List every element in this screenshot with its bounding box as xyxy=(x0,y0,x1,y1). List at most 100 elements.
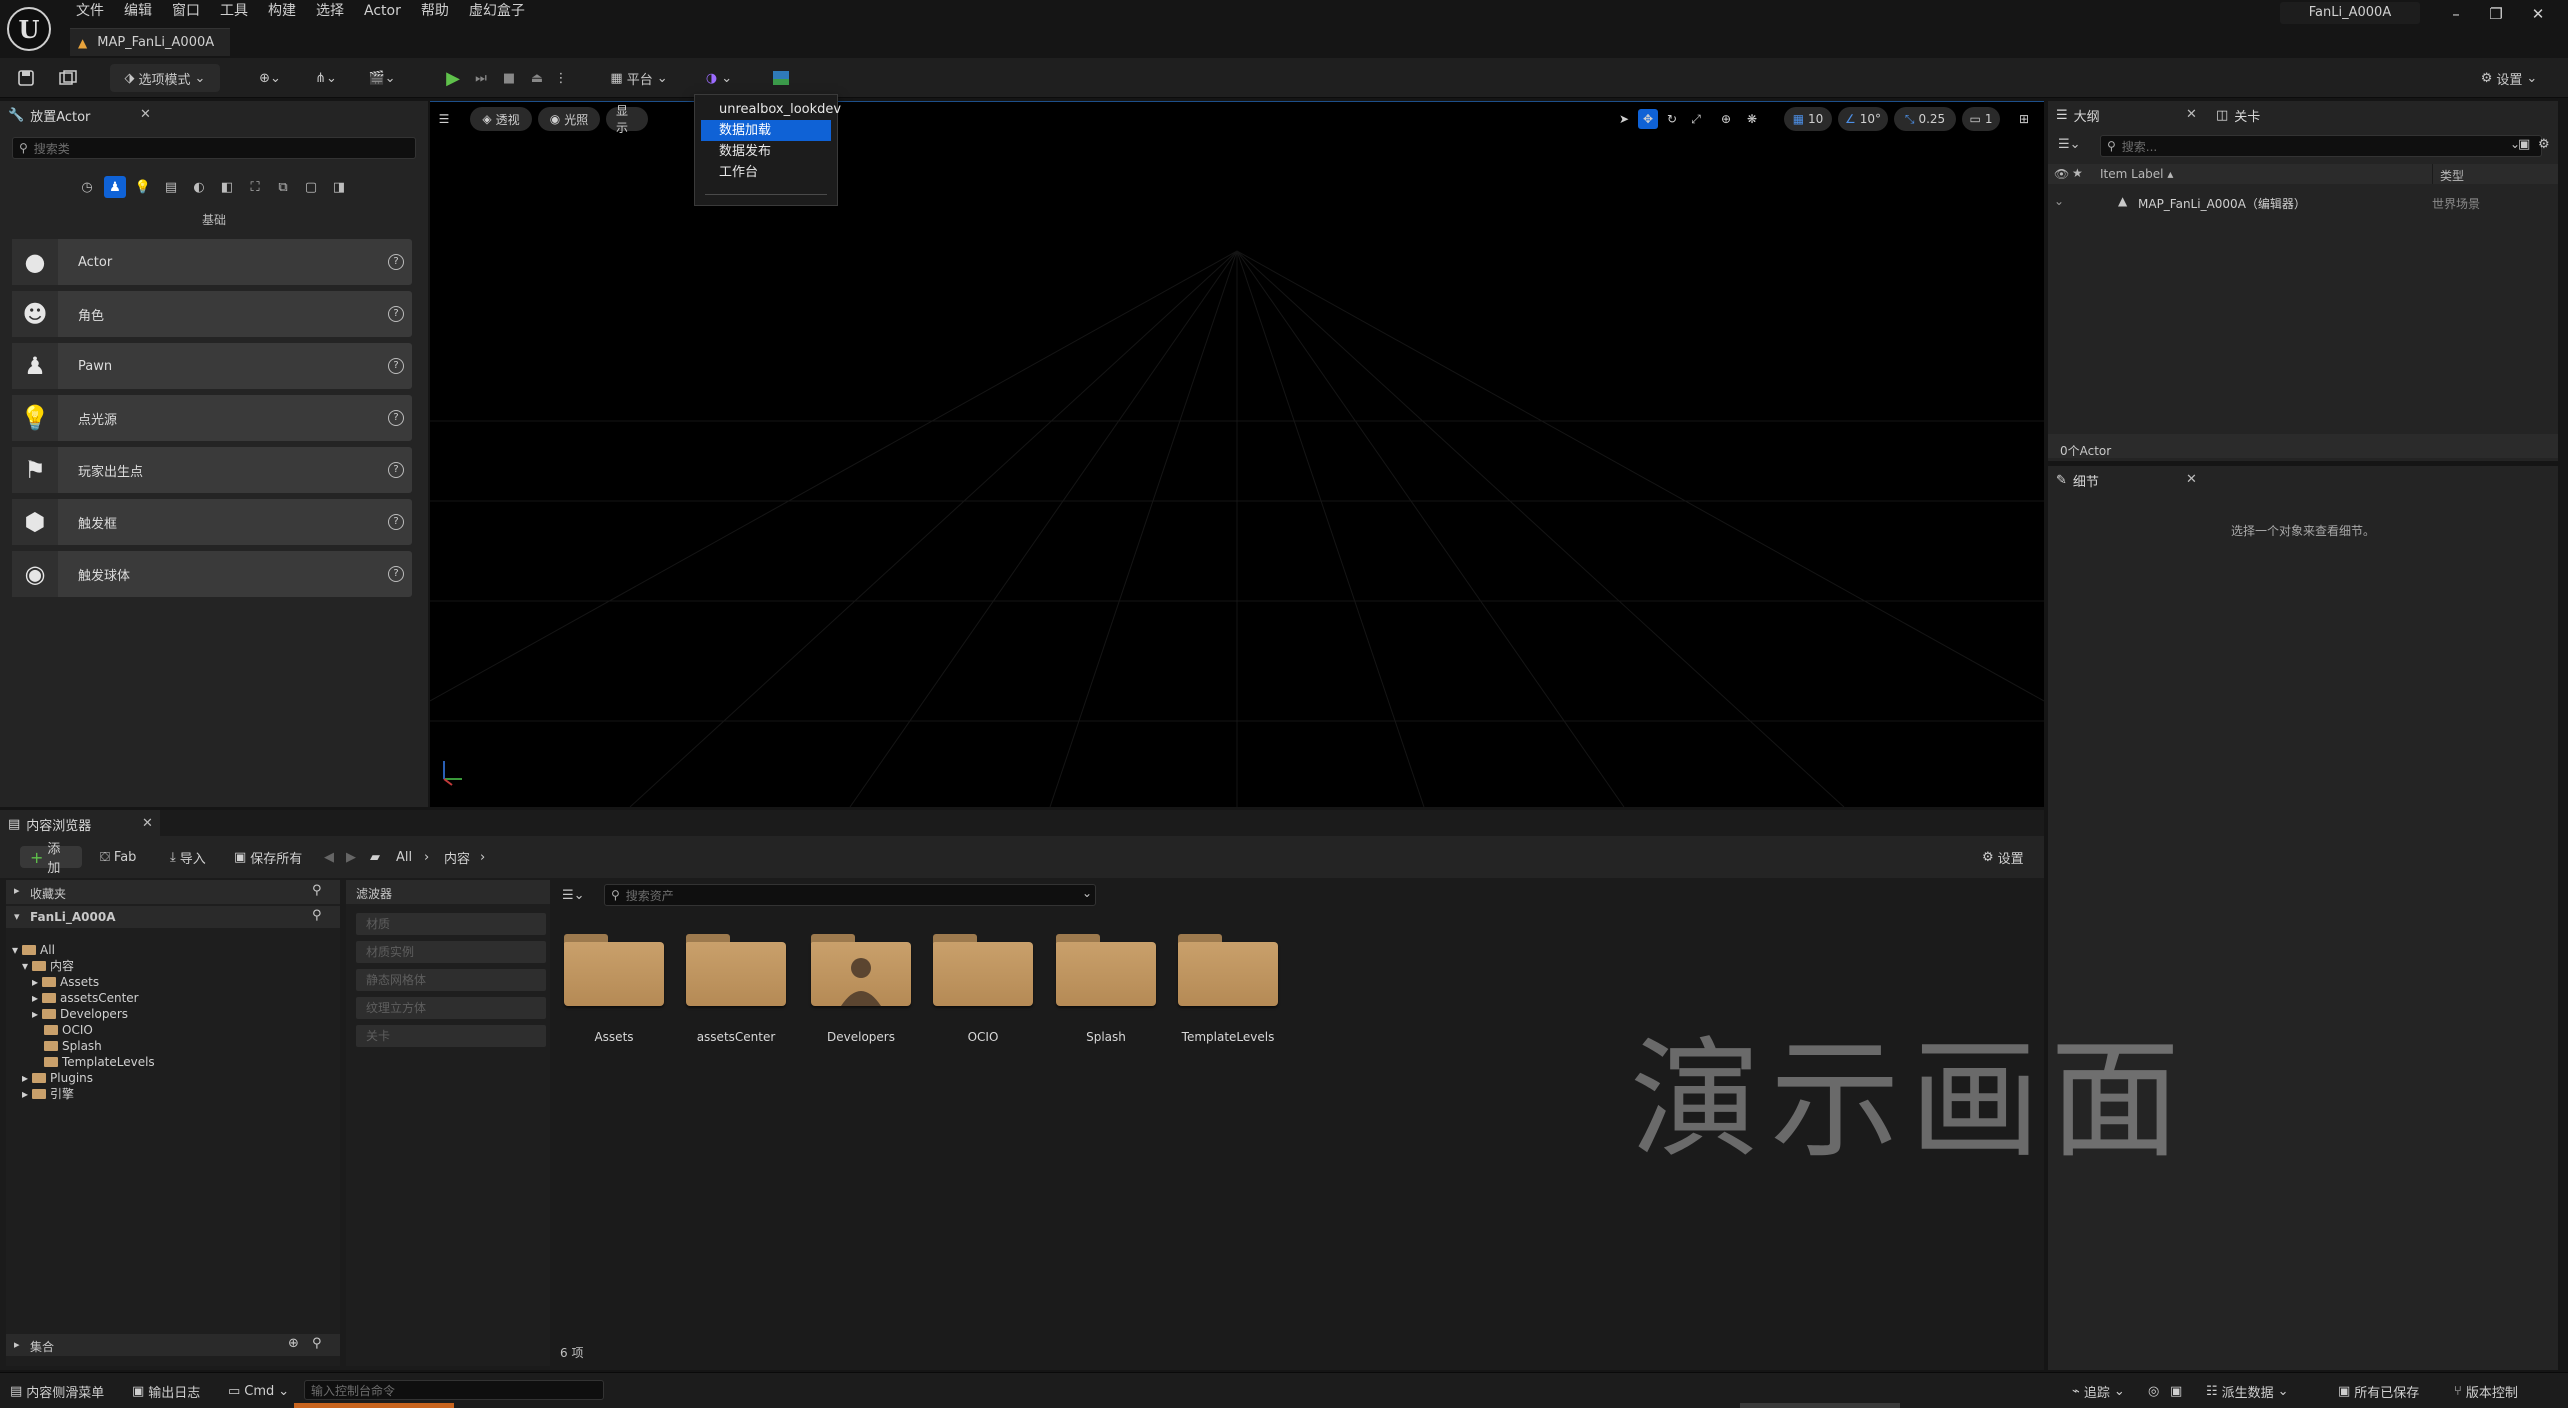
search-icon[interactable]: ⚲ xyxy=(312,908,322,923)
filter-icon[interactable]: ☰⌄ xyxy=(2058,137,2081,152)
help-icon[interactable]: ? xyxy=(388,462,404,478)
derived-data-button[interactable]: ☷ 派生数据 ⌄ xyxy=(2206,1382,2289,1401)
stop-icon[interactable]: ■ xyxy=(498,64,520,92)
all-saved-button[interactable]: ▣ 所有已保存 xyxy=(2338,1382,2419,1401)
actor-item-actor[interactable]: ● Actor ? xyxy=(12,239,412,285)
platform-dropdown[interactable]: ▦ 平台 ⌄ xyxy=(604,64,674,92)
back-icon[interactable]: ◀ xyxy=(324,846,334,868)
outliner-row[interactable]: ⌄ ▲ MAP_FanLi_A000A（编辑器） 世界场景 xyxy=(2048,192,2558,212)
folder-root-icon[interactable]: ▰ xyxy=(370,846,380,868)
menu-window[interactable]: 窗口 xyxy=(162,0,210,22)
outliner-search-input[interactable]: ⚲ 搜索... xyxy=(2100,135,2542,157)
console-input[interactable]: 输入控制台命令 xyxy=(304,1380,604,1400)
camera-speed-button[interactable]: ▭ 1 xyxy=(1962,107,2000,131)
add-folder-icon[interactable]: ▣ xyxy=(2518,137,2530,152)
rotate-icon[interactable]: ↻ xyxy=(1662,109,1682,129)
filter-material[interactable]: 材质 xyxy=(356,913,546,935)
star-icon[interactable]: ★ xyxy=(2072,166,2083,180)
cinematic-icon[interactable]: ▤ xyxy=(160,176,182,198)
menu-actor[interactable]: Actor xyxy=(354,0,411,22)
actor-item-point-light[interactable]: 💡 点光源 ? xyxy=(12,395,412,441)
breadcrumb-content[interactable]: 内容 xyxy=(444,846,470,868)
asset-folder-ocio[interactable]: OCIO xyxy=(931,928,1035,1064)
menu-item-workbench[interactable]: 工作台 xyxy=(695,162,837,183)
eject-icon[interactable]: ⏏ xyxy=(526,64,548,92)
menu-item-data-publish[interactable]: 数据发布 xyxy=(695,141,837,162)
menu-select[interactable]: 选择 xyxy=(306,0,354,22)
shapes-icon[interactable]: ▢ xyxy=(300,176,322,198)
menu-item-unrealbox-lookdev[interactable]: unrealbox_lookdev xyxy=(695,99,841,120)
restore-button[interactable]: ❐ xyxy=(2476,2,2516,26)
perspective-button[interactable]: ◈ 透视 xyxy=(470,107,532,131)
actor-item-character[interactable]: ☻ 角色 ? xyxy=(12,291,412,337)
blueprint-icon[interactable]: ⋔⌄ xyxy=(306,64,346,92)
output-log-button[interactable]: ▣ 输出日志 xyxy=(132,1382,200,1401)
select-cursor-icon[interactable]: ➤ xyxy=(1614,109,1634,129)
move-icon[interactable]: ✥ xyxy=(1638,109,1658,129)
cinematics-icon[interactable]: 🎬⌄ xyxy=(362,64,402,92)
asset-folder-assets[interactable]: Assets xyxy=(562,928,666,1064)
levels-tab[interactable]: ◫ 关卡 xyxy=(2208,101,2328,129)
add-actor-icon[interactable]: ⊕⌄ xyxy=(250,64,290,92)
level-viewport[interactable]: ☰ ◈ 透视 ◉ 光照 显示 ➤ ✥ ↻ ⤢ ⊕ ❋ ▦ 10 ∠ 10° ⤡ … xyxy=(430,101,2044,807)
filter-level[interactable]: 关卡 xyxy=(356,1025,546,1047)
volumes-icon[interactable]: ⛶ xyxy=(244,176,266,198)
all-classes-icon[interactable]: ⧉ xyxy=(272,176,294,198)
tree-item-all[interactable]: ▾ All xyxy=(12,942,155,958)
breadcrumb-all[interactable]: All xyxy=(396,846,412,868)
scale-icon[interactable]: ⤢ xyxy=(1686,109,1706,129)
content-browser-tab[interactable]: ▤ 内容浏览器 xyxy=(0,810,160,838)
tree-item-content[interactable]: ▾ 内容 xyxy=(12,958,155,974)
recent-icon[interactable]: ◷ xyxy=(76,176,98,198)
actor-item-player-start[interactable]: ⚑ 玩家出生点 ? xyxy=(12,447,412,493)
tree-item-ocio[interactable]: OCIO xyxy=(12,1022,155,1038)
asset-search-input[interactable]: ⚲ 搜索资产 xyxy=(604,884,1096,906)
save-all-button[interactable]: ▣ 保存所有 xyxy=(234,846,302,868)
minimize-button[interactable]: – xyxy=(2436,2,2476,26)
more-icon[interactable]: ◨ xyxy=(328,176,350,198)
menu-build[interactable]: 构建 xyxy=(258,0,306,22)
close-window-button[interactable]: ✕ xyxy=(2518,2,2558,26)
grid-snap-button[interactable]: ▦ 10 xyxy=(1784,107,1832,131)
asset-folder-templatelevels[interactable]: TemplateLevels xyxy=(1176,928,1280,1064)
search-icon[interactable]: ⚲ xyxy=(312,1336,322,1351)
filter-static-mesh[interactable]: 静态网格体 xyxy=(356,969,546,991)
expand-arrow-icon[interactable]: ⌄ xyxy=(2054,194,2064,208)
world-local-icon[interactable]: ⊕ xyxy=(1716,109,1736,129)
save-icon[interactable] xyxy=(14,64,38,92)
fab-button[interactable]: ⛋ Fab xyxy=(100,846,136,868)
tree-item-templatelevels[interactable]: TemplateLevels xyxy=(12,1054,155,1070)
breadcrumb-chevron-icon[interactable]: › xyxy=(480,846,485,868)
content-drawer-button[interactable]: ▤ 内容侧滑菜单 xyxy=(10,1382,104,1401)
class-search-input[interactable]: ⚲ 搜索类 xyxy=(12,137,416,159)
collections-header[interactable]: ▸ 集合 ⊕ ⚲ xyxy=(6,1334,340,1356)
help-icon[interactable]: ? xyxy=(388,514,404,530)
gear-icon[interactable]: ⚙ xyxy=(2538,137,2550,152)
import-button[interactable]: ⤓ 导入 xyxy=(170,846,206,868)
filter-material-instance[interactable]: 材质实例 xyxy=(356,941,546,963)
help-icon[interactable]: ? xyxy=(388,566,404,582)
add-button[interactable]: + 添加 xyxy=(20,842,82,876)
details-tab[interactable]: ✎ 细节 xyxy=(2048,466,2198,494)
help-icon[interactable]: ? xyxy=(388,358,404,374)
hamburger-menu-icon[interactable]: ☰ xyxy=(434,109,454,129)
menu-unreal-box[interactable]: 虚幻盒子 xyxy=(459,0,535,22)
forward-icon[interactable]: ▶ xyxy=(346,846,356,868)
content-settings-button[interactable]: ⚙ 设置 xyxy=(1982,846,2024,868)
menu-help[interactable]: 帮助 xyxy=(411,0,459,22)
step-icon[interactable]: ⏭ xyxy=(470,64,492,92)
help-icon[interactable]: ? xyxy=(388,410,404,426)
favorites-header[interactable]: ▸ 收藏夹 ⚲ xyxy=(6,880,340,904)
menu-file[interactable]: 文件 xyxy=(66,0,114,22)
play-icon[interactable]: ▶ xyxy=(442,64,464,92)
image-plugin-icon[interactable] xyxy=(770,64,792,92)
close-tab-icon[interactable]: ✕ xyxy=(2186,472,2197,487)
column-type[interactable]: 类型 xyxy=(2440,167,2464,184)
search-icon[interactable]: ⚲ xyxy=(312,883,322,898)
actor-item-trigger-sphere[interactable]: ◉ 触发球体 ? xyxy=(12,551,412,597)
tree-item-engine[interactable]: ▸ 引擎 xyxy=(12,1086,155,1102)
screenshot-icon[interactable]: ▣ xyxy=(2170,1382,2182,1400)
mode-select-dropdown[interactable]: ⬗ 选项模式 ⌄ xyxy=(110,64,220,92)
asset-folder-developers[interactable]: Developers xyxy=(809,928,913,1064)
scale-snap-button[interactable]: ⤡ 0.25 xyxy=(1894,107,1956,131)
